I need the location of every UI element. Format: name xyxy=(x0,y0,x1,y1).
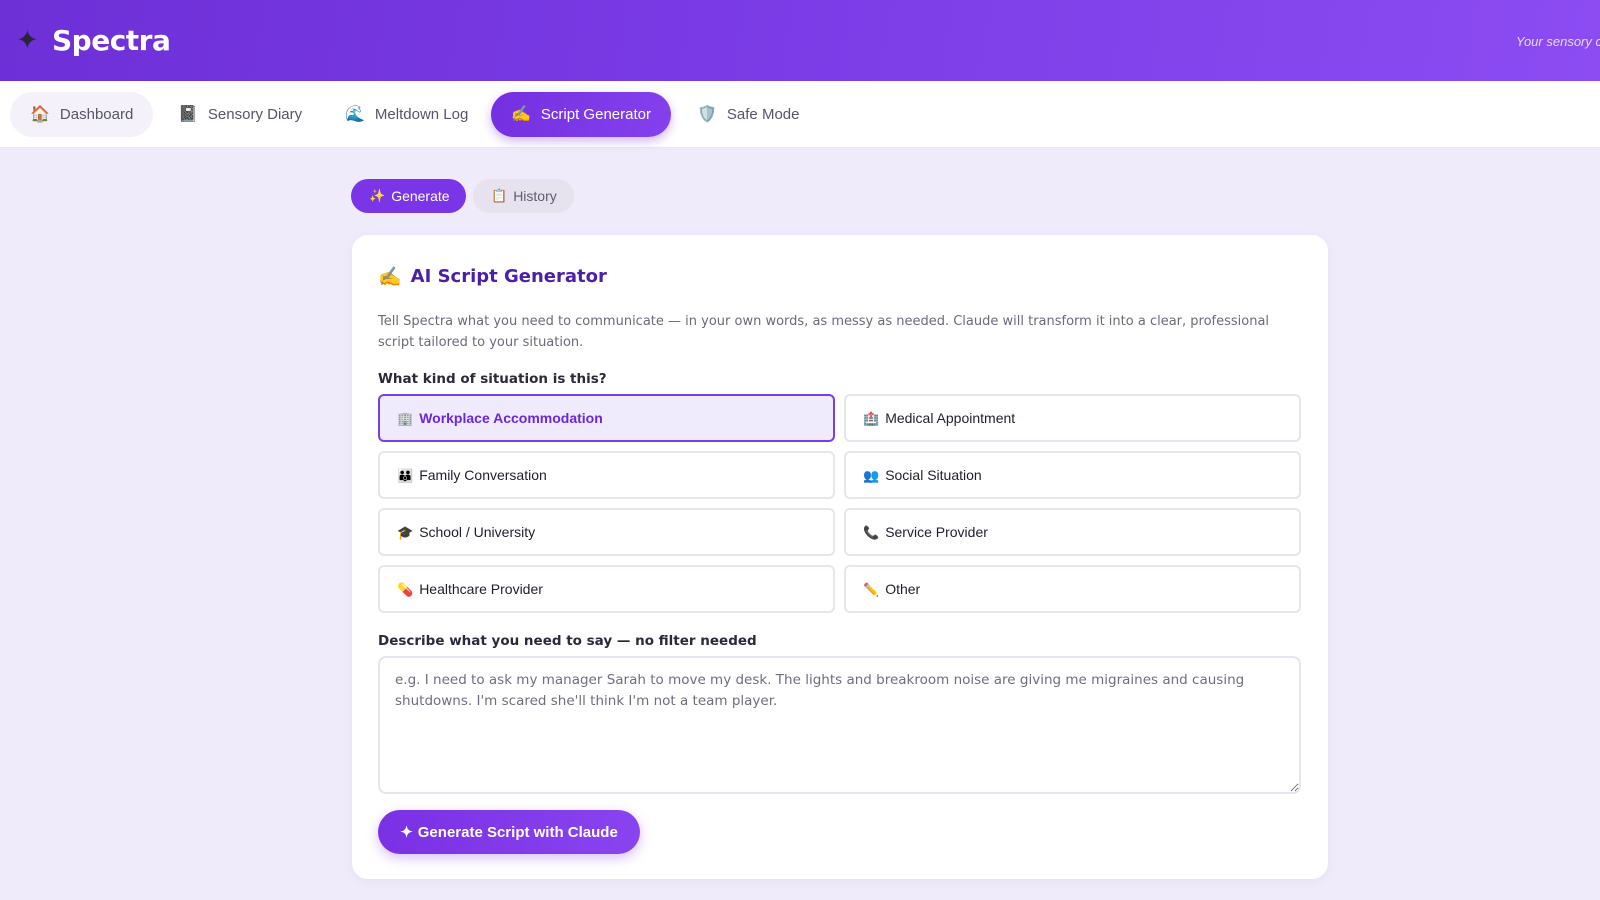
app-header: ✦ Spectra Your sensory c xyxy=(0,0,1600,81)
tab-label: Generate xyxy=(391,188,450,204)
card-title-text: AI Script Generator xyxy=(410,266,607,287)
sparkle-icon: ✦ xyxy=(400,824,413,841)
describe-label: Describe what you need to say — no filte… xyxy=(378,633,757,649)
tagline: Your sensory c xyxy=(1516,34,1600,49)
tab-generate[interactable]: ✨ Generate xyxy=(351,179,466,213)
describe-textarea[interactable] xyxy=(378,656,1301,794)
nav-label: Script Generator xyxy=(540,106,651,123)
nav-label: Dashboard xyxy=(59,106,134,123)
pencil-icon: ✏️ xyxy=(863,581,880,597)
generate-script-button[interactable]: ✦ Generate Script with Claude xyxy=(378,810,640,854)
tab-label: History xyxy=(513,188,557,204)
office-building-icon: 🏢 xyxy=(397,410,414,426)
shield-icon: 🛡️ xyxy=(697,105,717,123)
sparkle-logo-icon: ✦ xyxy=(16,25,39,56)
people-icon: 👥 xyxy=(863,467,880,483)
situation-social-situation[interactable]: 👥 Social Situation xyxy=(844,451,1301,499)
situation-school-university[interactable]: 🎓 School / University xyxy=(378,508,835,556)
nav-script-generator[interactable]: ✍️ Script Generator xyxy=(491,92,671,137)
situation-other[interactable]: ✏️ Other xyxy=(844,565,1301,613)
nav-sensory-diary[interactable]: 📓 Sensory Diary xyxy=(158,92,322,137)
generate-button-label: Generate Script with Claude xyxy=(417,823,618,841)
graduation-cap-icon: 🎓 xyxy=(397,524,414,540)
situation-workplace-accommodation[interactable]: 🏢 Workplace Accommodation xyxy=(378,394,835,442)
nav-label: Safe Mode xyxy=(726,106,800,123)
telephone-icon: 📞 xyxy=(863,524,880,540)
situation-label-text: Service Provider xyxy=(885,524,988,540)
situation-label-text: Social Situation xyxy=(885,467,982,483)
situation-label-text: Healthcare Provider xyxy=(419,581,543,597)
situation-label-text: Family Conversation xyxy=(419,467,547,483)
card-description: Tell Spectra what you need to communicat… xyxy=(378,314,1270,350)
notebook-icon: 📓 xyxy=(178,105,198,123)
situation-healthcare-provider[interactable]: 💊 Healthcare Provider xyxy=(378,565,835,613)
situation-label-text: Medical Appointment xyxy=(885,410,1016,426)
situation-label-text: School / University xyxy=(419,524,536,540)
main-nav: 🏠 Dashboard 📓 Sensory Diary 🌊 Meltdown L… xyxy=(0,81,1600,148)
pill-icon: 💊 xyxy=(397,581,414,597)
tab-history[interactable]: 📋 History xyxy=(473,179,574,213)
writing-hand-icon: ✍️ xyxy=(378,266,402,288)
script-generator-card: ✍️ AI Script Generator Tell Spectra what… xyxy=(352,235,1328,879)
wave-icon: 🌊 xyxy=(345,105,365,123)
situation-medical-appointment[interactable]: 🏥 Medical Appointment xyxy=(844,394,1301,442)
situation-label: What kind of situation is this? xyxy=(378,371,607,387)
situation-service-provider[interactable]: 📞 Service Provider xyxy=(844,508,1301,556)
situation-label-text: Other xyxy=(885,581,921,597)
family-icon: 👪 xyxy=(397,467,414,483)
nav-safe-mode[interactable]: 🛡️ Safe Mode xyxy=(677,92,819,137)
card-title: ✍️ AI Script Generator xyxy=(378,265,607,288)
situation-label-text: Workplace Accommodation xyxy=(419,410,603,426)
house-icon: 🏠 xyxy=(30,105,50,123)
nav-label: Sensory Diary xyxy=(207,106,303,123)
nav-label: Meltdown Log xyxy=(374,106,469,123)
nav-meltdown-log[interactable]: 🌊 Meltdown Log xyxy=(325,92,488,137)
sparkles-icon: ✨ xyxy=(369,188,386,203)
clipboard-icon: 📋 xyxy=(491,188,508,203)
app-name: Spectra xyxy=(52,24,171,57)
situation-family-conversation[interactable]: 👪 Family Conversation xyxy=(378,451,835,499)
writing-hand-icon: ✍️ xyxy=(511,105,531,123)
hospital-icon: 🏥 xyxy=(863,410,880,426)
nav-dashboard[interactable]: 🏠 Dashboard xyxy=(10,92,154,137)
